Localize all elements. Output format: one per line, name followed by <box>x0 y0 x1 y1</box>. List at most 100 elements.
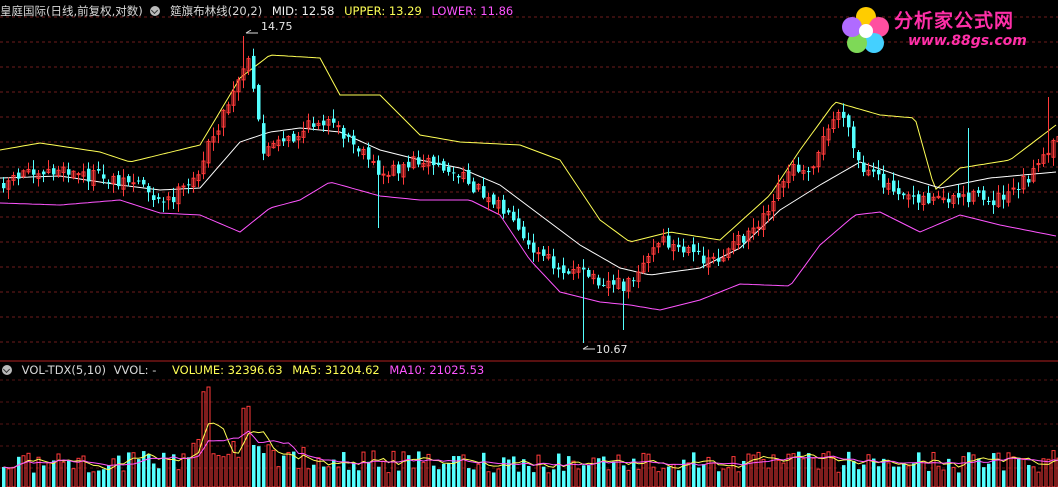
volume-bar <box>1002 470 1006 487</box>
volume-bar <box>917 452 921 487</box>
volume-bar <box>892 466 896 487</box>
volume-bar <box>486 471 491 487</box>
volume-bar <box>166 458 171 487</box>
volume-bar <box>542 466 546 487</box>
volume-indicator-menu-icon[interactable] <box>2 365 12 375</box>
volume-bar <box>231 441 236 487</box>
volume-bar <box>1031 466 1036 487</box>
volume-bar <box>316 457 321 487</box>
volume-bar <box>196 438 201 487</box>
volume-bar <box>262 453 266 487</box>
volume-bar <box>852 460 856 487</box>
candle-body <box>437 162 441 165</box>
candle-body <box>877 169 881 175</box>
volume-bar <box>216 454 221 487</box>
volume-bar <box>397 470 401 487</box>
volume-bar <box>801 458 806 487</box>
volume-bar <box>157 468 161 487</box>
candle-body <box>367 147 371 160</box>
volume-bar <box>847 451 851 487</box>
volume-bar <box>641 452 646 487</box>
volume-bar <box>756 451 761 487</box>
candle-body <box>811 166 816 169</box>
volume-bar <box>252 444 256 487</box>
candle-body <box>282 138 286 142</box>
volume-bar <box>571 460 576 487</box>
upper-value: UPPER: 13.29 <box>344 4 422 18</box>
candle-body <box>181 185 186 188</box>
candle-body <box>32 169 36 175</box>
volume-bar <box>442 463 446 487</box>
ma10-value: MA10: 21025.53 <box>389 363 485 377</box>
volume-bar <box>567 456 571 487</box>
volume-bar <box>906 465 911 487</box>
candle-body <box>1011 187 1016 190</box>
candle-body <box>917 194 921 203</box>
indicator-menu-icon[interactable] <box>150 6 161 16</box>
candle-body <box>371 160 376 163</box>
volume-bar <box>1017 457 1021 487</box>
volume-bar <box>56 453 61 487</box>
volume-bar <box>1021 458 1026 487</box>
candle-body <box>347 134 351 137</box>
volume-bar <box>426 453 431 487</box>
volume-bar <box>576 468 581 487</box>
candle-body <box>457 175 461 178</box>
candle-body <box>467 169 471 184</box>
volume-bar <box>152 463 156 487</box>
vvol-value: VVOL: - <box>113 363 157 377</box>
volume-bar <box>552 469 556 487</box>
candle-body <box>107 182 111 184</box>
volume-bar <box>241 407 246 487</box>
volume-bar <box>697 467 701 487</box>
candle-body <box>582 267 586 270</box>
candle-body <box>612 280 616 285</box>
volume-bar <box>587 465 591 487</box>
candle-body <box>756 226 761 229</box>
volume-bar <box>931 451 936 487</box>
candle-body <box>417 157 421 165</box>
candle-body <box>552 256 556 269</box>
volume-bar <box>791 453 796 487</box>
candle-body <box>67 169 71 175</box>
candle-body <box>542 249 546 256</box>
volume-bar <box>191 442 196 487</box>
candle-body <box>847 115 851 128</box>
volume-bar <box>656 471 661 487</box>
candle-body <box>567 271 571 274</box>
volume-bar <box>492 472 496 487</box>
candle-body <box>842 111 846 118</box>
candle-body <box>622 281 626 291</box>
volume-bar <box>482 452 486 487</box>
candle-body <box>977 190 981 193</box>
candle-body <box>482 186 486 198</box>
volume-indicator-name: VOL-TDX(5,10) <box>21 363 107 377</box>
candle-body <box>532 242 536 253</box>
candle-body <box>502 199 506 214</box>
candle-body <box>677 244 681 248</box>
grid-lines <box>0 16 1058 343</box>
candle-body <box>357 148 361 152</box>
candle-body <box>377 160 381 175</box>
volume-bar <box>781 462 786 487</box>
candle-body <box>912 195 916 197</box>
candle-body <box>42 171 46 175</box>
volume-bar <box>467 468 471 487</box>
volume-bar <box>377 466 381 487</box>
watermark-title: 分析家公式网 <box>894 10 1015 32</box>
volume-bar <box>282 455 286 487</box>
volume-bar <box>432 465 436 487</box>
candle-body <box>872 169 876 172</box>
candle-body <box>2 183 6 189</box>
volume-bar <box>176 469 181 487</box>
chart-canvas[interactable]: 14.75 10.67 <box>0 0 1058 487</box>
volume-bar <box>211 453 216 487</box>
volume-header: VOL-TDX(5,10) VVOL: - VOLUME: 32396.63 M… <box>0 362 490 378</box>
candle-body <box>257 85 261 120</box>
volume-bar <box>816 468 821 487</box>
candle-body <box>292 133 296 142</box>
volume-bar <box>246 405 251 487</box>
volume-bar <box>42 465 46 487</box>
stock-title: 皇庭国际(日线,前复权,对数) <box>0 4 143 18</box>
candle-body <box>381 173 386 176</box>
